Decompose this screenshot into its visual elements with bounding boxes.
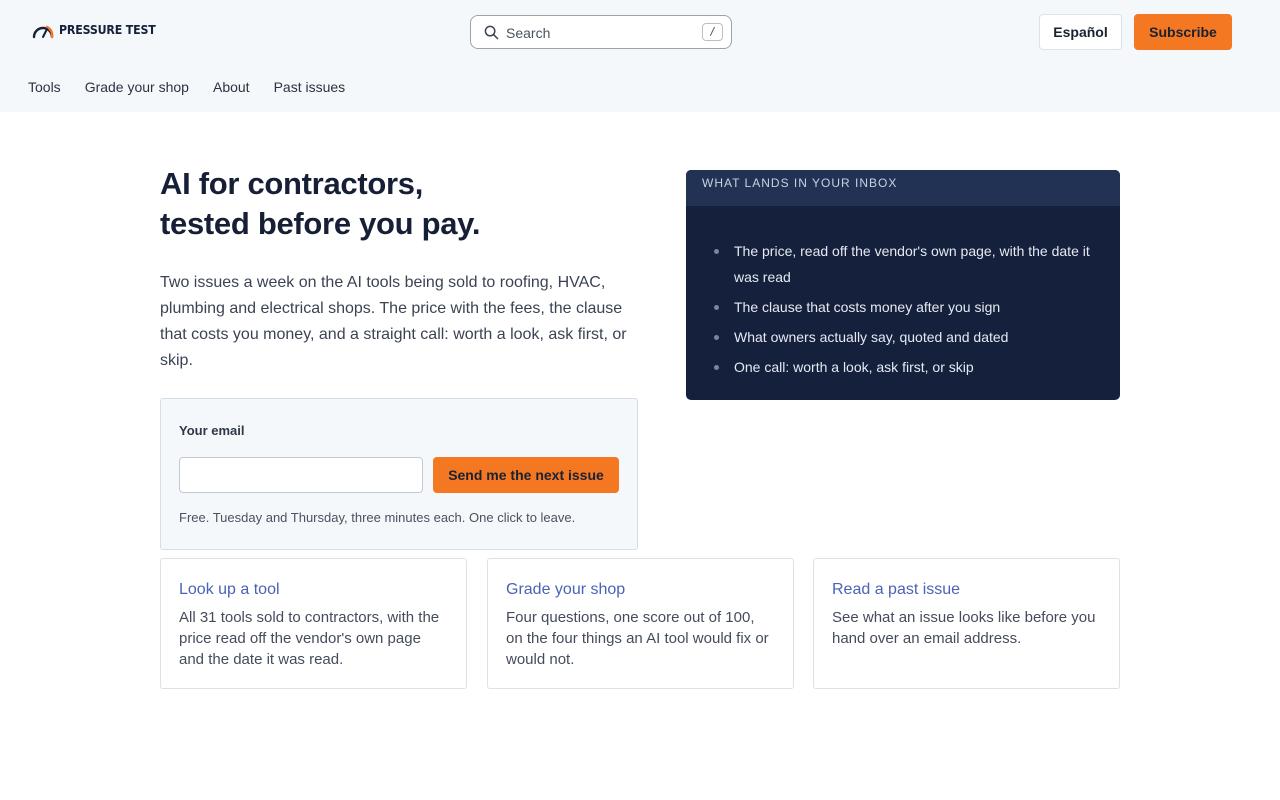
hero-title-line1: AI for contractors, (160, 166, 424, 201)
hero-description: Two issues a week on the AI tools being … (160, 274, 627, 369)
search-box[interactable]: Search / (470, 15, 732, 49)
inbox-list: The price, read off the vendor's own pag… (686, 206, 1120, 380)
nav-about[interactable]: About (213, 79, 250, 95)
card-look-up-tool[interactable]: Look up a tool All 31 tools sold to cont… (160, 558, 467, 689)
hero-title-line2: tested before you pay. (160, 206, 481, 241)
site-header: PRESSURE TEST Search / Español Subscribe… (0, 0, 1280, 112)
search-placeholder: Search (506, 25, 551, 41)
nav-past-issues[interactable]: Past issues (274, 79, 346, 95)
card-text: Four questions, one score out of 100, on… (506, 609, 769, 668)
send-next-issue-button[interactable]: Send me the next issue (433, 457, 619, 493)
card-title[interactable]: Read a past issue (832, 579, 1101, 601)
hero-title: AI for contractors, tested before you pa… (160, 164, 640, 244)
card-title[interactable]: Look up a tool (179, 579, 448, 601)
nav-tools[interactable]: Tools (28, 79, 61, 95)
card-text: See what an issue looks like before you … (832, 609, 1096, 647)
card-read-past-issue[interactable]: Read a past issue See what an issue look… (813, 558, 1120, 689)
card-text: All 31 tools sold to contractors, with t… (179, 609, 440, 668)
card-grade-your-shop[interactable]: Grade your shop Four questions, one scor… (487, 558, 794, 689)
inbox-item: The price, read off the vendor's own pag… (702, 238, 1104, 290)
inbox-heading: WHAT LANDS IN YOUR INBOX (686, 170, 1120, 206)
logo-wordmark: PRESSURE TEST (59, 23, 156, 37)
signup-note: Free. Tuesday and Thursday, three minute… (179, 510, 576, 525)
main-nav: Tools Grade your shop About Past issues (28, 79, 369, 95)
language-button[interactable]: Español (1039, 14, 1122, 50)
email-label: Your email (179, 423, 245, 438)
inbox-item: One call: worth a look, ask first, or sk… (702, 354, 1104, 380)
inbox-item: What owners actually say, quoted and dat… (702, 324, 1104, 350)
card-title[interactable]: Grade your shop (506, 579, 775, 601)
signup-form: Your email Send me the next issue Free. … (160, 398, 638, 550)
email-field[interactable] (179, 457, 423, 493)
gauge-icon (32, 25, 54, 39)
search-shortcut-key: / (702, 23, 723, 41)
nav-grade-your-shop[interactable]: Grade your shop (85, 79, 189, 95)
site-logo[interactable]: PRESSURE TEST (31, 21, 164, 39)
search-icon (484, 25, 499, 40)
inbox-item: The clause that costs money after you si… (702, 294, 1104, 320)
inbox-panel: WHAT LANDS IN YOUR INBOX The price, read… (686, 170, 1120, 400)
subscribe-button[interactable]: Subscribe (1134, 14, 1232, 50)
